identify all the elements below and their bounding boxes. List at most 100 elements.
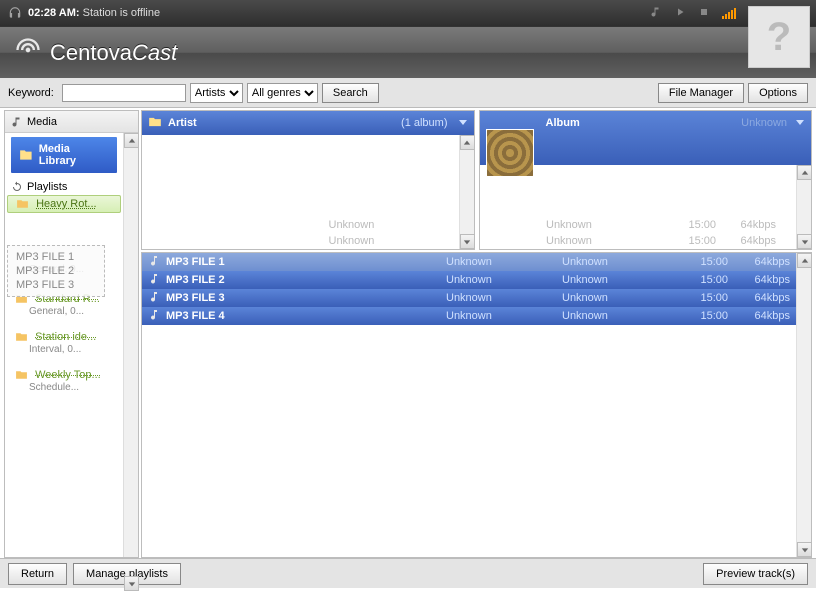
- ghost-n: MP3 FILE 2: [16, 265, 96, 277]
- track-bitrate: 64kbps: [734, 274, 790, 286]
- file-manager-button[interactable]: File Manager: [658, 83, 744, 103]
- album-panel-header[interactable]: Album Unknown: [480, 111, 812, 165]
- refresh-icon: [11, 181, 23, 193]
- brand-name-1: Centova: [50, 40, 132, 65]
- track-name: MP3 FILE 2: [166, 274, 440, 286]
- status-time: 02:28 AM:: [28, 7, 80, 19]
- music-file-icon: [148, 255, 160, 270]
- track-row[interactable]: MP3 FILE 3 Unknown Unknown 15:00 64kbps: [142, 289, 796, 307]
- options-button[interactable]: Options: [748, 83, 808, 103]
- track-row[interactable]: MP3 FILE 4UnknownUnknown15:0064kbps: [142, 307, 796, 325]
- keyword-input[interactable]: [62, 84, 186, 102]
- tracklist-scrollbar[interactable]: [796, 253, 811, 557]
- track-album: Unknown: [562, 256, 672, 268]
- tracklist: MP3 FILE 1UnknownUnknown15:0064kbpsMP3 F…: [141, 252, 812, 558]
- headphone-icon: [8, 6, 22, 20]
- artist-title: Artist: [168, 117, 197, 129]
- track-artist: Unknown: [446, 274, 556, 286]
- track-name: MP3 FILE 4: [166, 310, 440, 322]
- track-bitrate: 64kbps: [734, 310, 790, 322]
- footer: Return Manage playlists Preview track(s): [0, 558, 816, 588]
- playlist-sub: General, 0...: [15, 305, 117, 317]
- folder-icon: [15, 370, 28, 380]
- search-button[interactable]: Search: [322, 83, 379, 103]
- track-row[interactable]: MP3 FILE 1UnknownUnknown15:0064kbps: [142, 253, 796, 271]
- sidebar-scrollbar[interactable]: [123, 133, 138, 557]
- track-name: MP3 FILE 3: [166, 292, 440, 304]
- ghost-row: Unknown: [142, 233, 459, 249]
- playlist-sub: Schedule...: [15, 381, 117, 393]
- scroll-up-icon[interactable]: [124, 133, 139, 148]
- scroll-up-icon[interactable]: [460, 135, 475, 150]
- track-row[interactable]: MP3 FILE 2UnknownUnknown15:0064kbps: [142, 271, 796, 289]
- category-select[interactable]: Artists: [190, 83, 243, 103]
- artist-panel: Artist (1 album) Unknown Unknown: [141, 110, 475, 250]
- drag-ghost: MP3 FILE 1 MP3 FILE 2 MP3 FILE 3: [7, 245, 105, 297]
- scroll-down-icon[interactable]: [460, 234, 475, 249]
- logo-icon: [14, 36, 42, 69]
- sidebar-media-text: Media: [27, 116, 57, 128]
- brandbar: CentovaCast: [0, 26, 816, 78]
- playlist-item-weekly-top[interactable]: Weekly Top... Schedule...: [5, 366, 123, 396]
- track-bitrate: 64kbps: [734, 292, 790, 304]
- chevron-down-icon[interactable]: [458, 117, 468, 130]
- media-library-button[interactable]: Media Library: [11, 137, 117, 173]
- folder-icon: [19, 148, 33, 162]
- titlebar-right-icons: [650, 6, 736, 21]
- signal-icon: [722, 8, 736, 19]
- scroll-down-icon[interactable]: [797, 234, 812, 249]
- panel-scrollbar[interactable]: [796, 165, 811, 249]
- artist-count: (1 album): [401, 117, 447, 129]
- ghost-n: MP3 FILE 1: [16, 251, 96, 263]
- sidebar-media-header: Media: [5, 111, 138, 133]
- track-artist: Unknown: [446, 256, 556, 268]
- ghost-row: Unknown15:0064kbps: [480, 233, 797, 249]
- return-button[interactable]: Return: [8, 563, 67, 585]
- track-duration: 15:00: [678, 292, 728, 304]
- music-icon[interactable]: [650, 6, 662, 21]
- scroll-down-icon[interactable]: [124, 576, 139, 591]
- playlist-item-heavy-rotation[interactable]: Heavy Rot...: [7, 195, 121, 213]
- music-file-icon: [148, 309, 160, 324]
- track-artist: Unknown: [446, 292, 556, 304]
- playlist-sub: Interval, 0...: [15, 343, 117, 355]
- play-icon[interactable]: [674, 6, 686, 21]
- panel-scrollbar[interactable]: [459, 135, 474, 249]
- brand-text: CentovaCast: [50, 40, 177, 66]
- status-text: Station is offline: [83, 7, 160, 19]
- brand-name-2: Cast: [132, 40, 177, 65]
- content: Artist (1 album) Unknown Unknown: [141, 110, 812, 558]
- scroll-down-icon[interactable]: [797, 542, 812, 557]
- track-artist: Unknown: [446, 310, 556, 322]
- preview-tracks-button[interactable]: Preview track(s): [703, 563, 808, 585]
- track-album: Unknown: [562, 292, 672, 304]
- stop-icon[interactable]: [698, 6, 710, 21]
- main: Media Media Library Playlists Heavy Rot.…: [0, 108, 816, 558]
- playlist-item-station-id[interactable]: Station ide... Interval, 0...: [5, 328, 123, 358]
- help-box[interactable]: ?: [748, 6, 810, 68]
- track-name: MP3 FILE 1: [166, 256, 440, 268]
- scroll-up-icon[interactable]: [797, 165, 812, 180]
- sidebar: Media Media Library Playlists Heavy Rot.…: [4, 110, 139, 558]
- playlist-name: Weekly Top...: [35, 369, 101, 381]
- track-duration: 15:00: [678, 274, 728, 286]
- playlist-name: Heavy Rot...: [36, 198, 97, 210]
- album-title: Album: [546, 117, 580, 129]
- playlists-header-text: Playlists: [27, 181, 67, 193]
- playlist-name: Station ide...: [35, 331, 96, 343]
- logo: CentovaCast: [14, 36, 177, 69]
- chevron-down-icon[interactable]: [795, 117, 805, 130]
- ghost-row: Unknown15:0064kbps: [480, 217, 797, 233]
- music-file-icon: [148, 273, 160, 288]
- keyword-label: Keyword:: [8, 87, 54, 99]
- folder-icon: [16, 199, 29, 209]
- ghost-n: MP3 FILE 3: [16, 279, 96, 291]
- artist-panel-header[interactable]: Artist (1 album): [142, 111, 474, 135]
- search-toolbar: Keyword: Artists All genres Search File …: [0, 78, 816, 108]
- genre-select[interactable]: All genres: [247, 83, 318, 103]
- top-panels: Artist (1 album) Unknown Unknown: [141, 110, 812, 250]
- music-icon: [11, 116, 23, 128]
- track-duration: 15:00: [678, 310, 728, 322]
- media-library-label: Media Library: [39, 143, 109, 167]
- scroll-up-icon[interactable]: [797, 253, 812, 268]
